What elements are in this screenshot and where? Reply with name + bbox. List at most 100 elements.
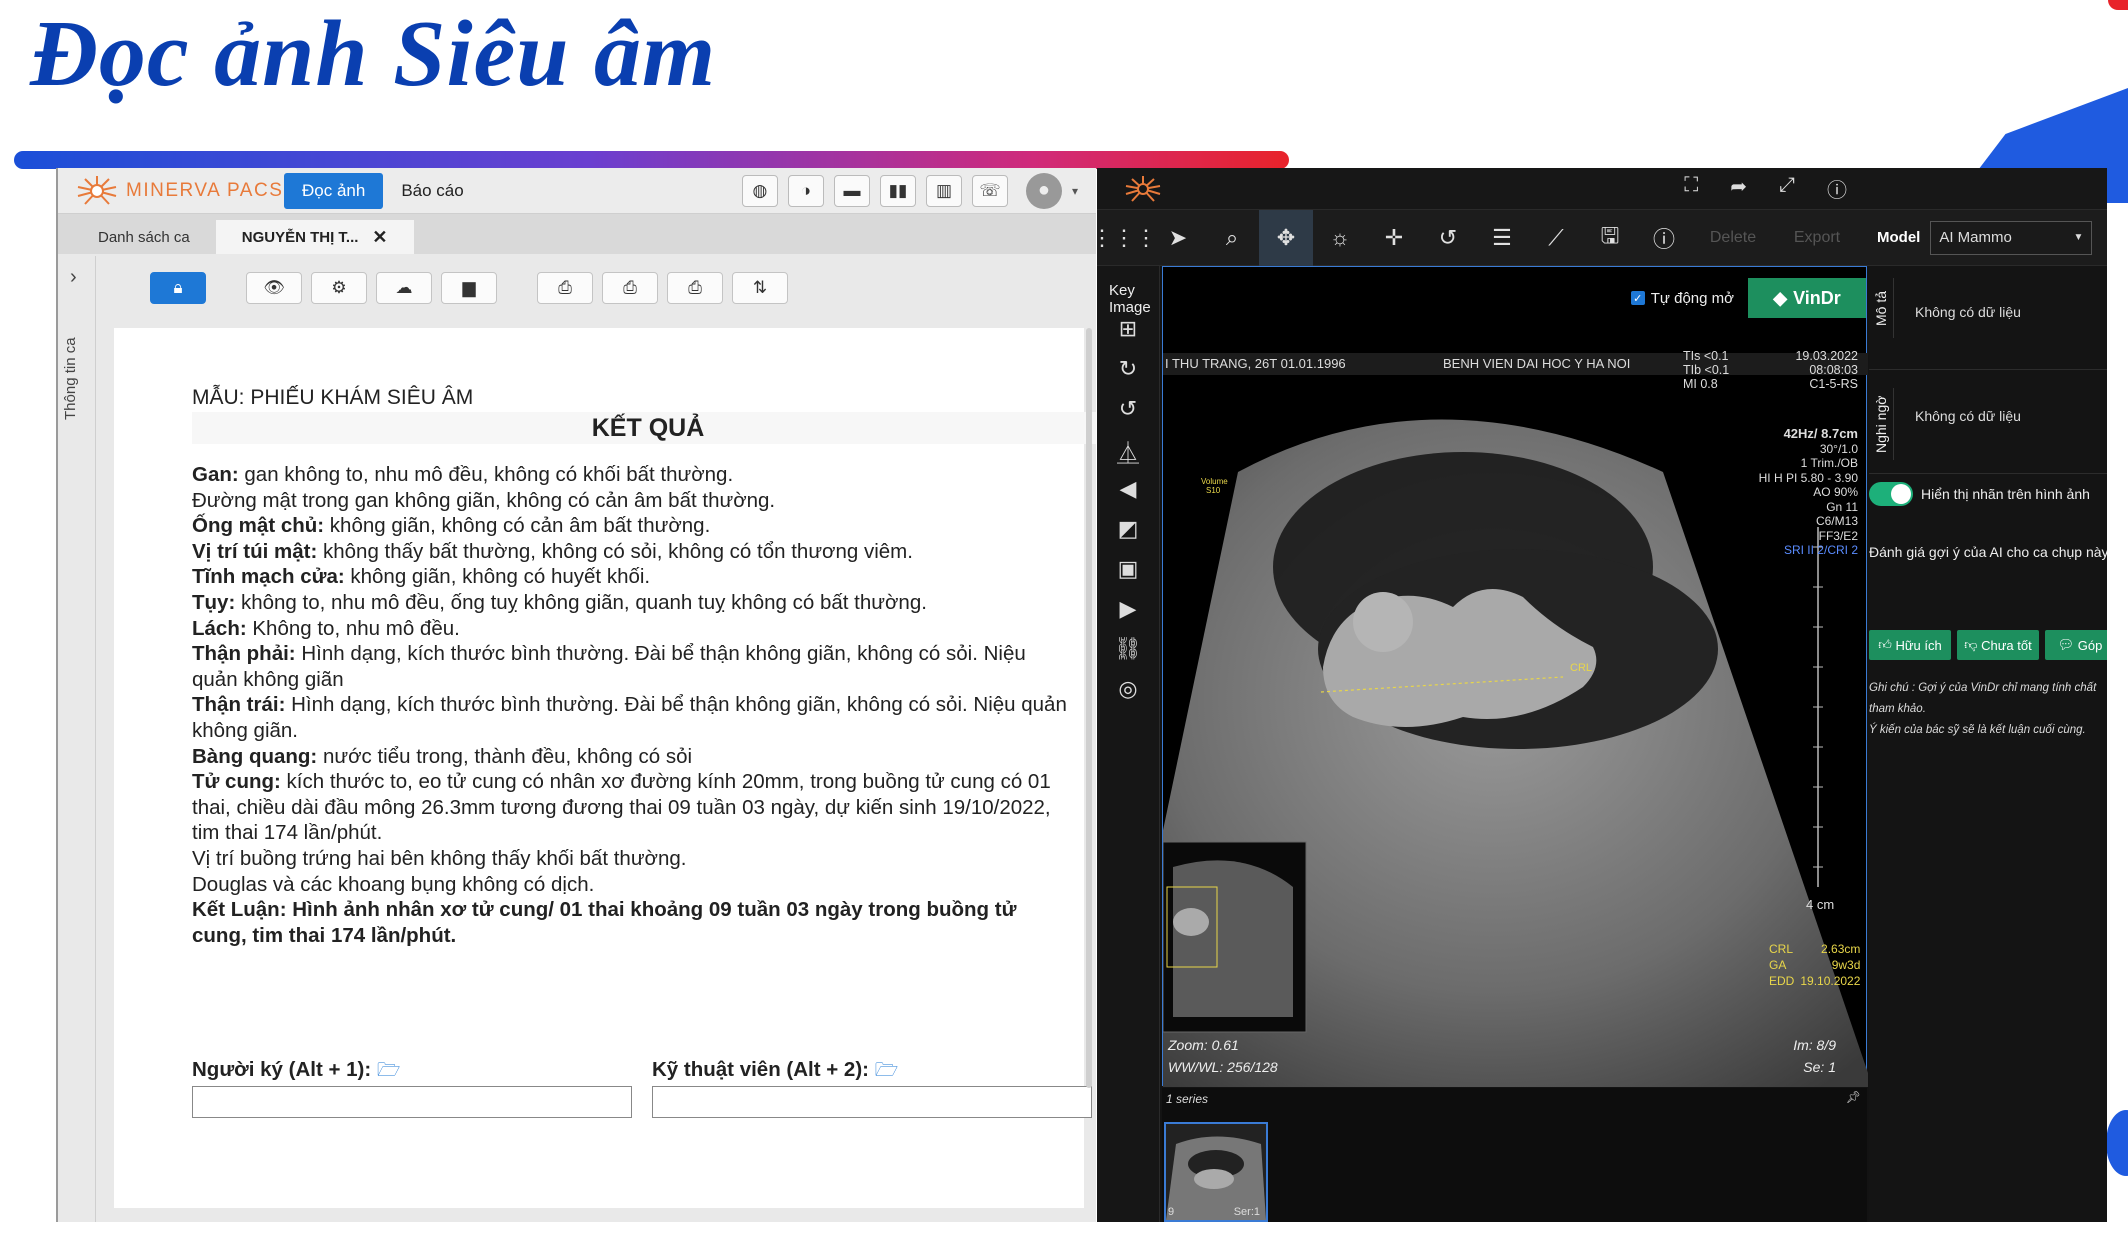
- series-thumbnail[interactable]: 9 Ser:1: [1164, 1122, 1268, 1222]
- us-param: C6/M13: [1815, 514, 1858, 528]
- delete-button[interactable]: Delete: [1691, 210, 1775, 266]
- folder-icon[interactable]: 🗁: [875, 1060, 899, 1081]
- nav-doc-anh[interactable]: Đọc ảnh: [284, 172, 384, 209]
- auto-open-checkbox[interactable]: ✓ Tự động mở: [1630, 290, 1734, 307]
- brightness-icon[interactable]: ☼: [1313, 210, 1367, 266]
- nav-bao-cao[interactable]: Báo cáo: [383, 173, 481, 209]
- print-button[interactable]: ⎙: [537, 272, 593, 304]
- print-color-button[interactable]: ⎙: [667, 272, 723, 304]
- eye-button[interactable]: 👁︎: [246, 272, 302, 304]
- report-line: Tử cung: kích thước to, eo tử cung có nh…: [192, 770, 1051, 845]
- layout-icon[interactable]: ⊞: [1113, 316, 1143, 342]
- feedback-button[interactable]: 💬︎ Góp: [2045, 630, 2107, 660]
- us-param: 30°/1.0: [1819, 441, 1858, 456]
- avatar[interactable]: ●: [1025, 172, 1062, 209]
- play-icon[interactable]: ▶: [1113, 596, 1143, 622]
- tab-patient[interactable]: NGUYỄN THỊ T... ✕: [215, 220, 414, 254]
- report-line: Đường mật trong gan không giãn, không có…: [192, 488, 776, 512]
- pan-icon[interactable]: ✥: [1259, 209, 1313, 266]
- report-heading: KẾT QUẢ: [192, 412, 1096, 444]
- brand-name: MINERVA PACS: [126, 179, 284, 201]
- report-body[interactable]: Gan: gan không to, nhu mô đều, không có …: [192, 462, 1072, 948]
- volume-tag: Volume: [1201, 477, 1228, 486]
- report-line: Kết Luận: Hình ảnh nhân xơ tử cung/ 01 t…: [192, 898, 1017, 947]
- signer-field[interactable]: [192, 1086, 632, 1118]
- grid-menu-icon[interactable]: ⋮⋮⋮: [1097, 210, 1157, 266]
- scrollbar[interactable]: [1086, 328, 1092, 1088]
- pacs-topbar: MINERVA PACS Đọc ảnh Báo cáo ◍ ◑ ▬ ▮▮ ▥ …: [58, 168, 1096, 214]
- viewer-topbar: ⛶ ➦ ⤢ ⓘ: [1097, 168, 2107, 210]
- pointer-icon[interactable]: ➤: [1151, 210, 1205, 266]
- description-value: Không có dữ liệu: [1915, 304, 2021, 320]
- close-icon[interactable]: ✕: [372, 227, 387, 248]
- crl-tag: CRL: [1570, 662, 1592, 674]
- tab-case-list[interactable]: Danh sách ca: [72, 220, 216, 254]
- info-icon[interactable]: ⓘ: [1637, 210, 1691, 266]
- single-layout-icon[interactable]: ▬: [833, 174, 870, 207]
- share-icon[interactable]: ➦: [1730, 174, 1747, 203]
- images-icon[interactable]: ▣: [1113, 556, 1143, 582]
- tech-label: Kỹ thuật viên (Alt + 2): 🗁: [652, 1058, 899, 1081]
- useful-button[interactable]: 👍︎ Hữu ích: [1869, 630, 1951, 660]
- invert-icon[interactable]: ◩: [1113, 516, 1143, 542]
- model-select[interactable]: AI Mammo ▼: [1930, 220, 2093, 255]
- report-line: Lách: Không to, nhu mô đều.: [192, 616, 460, 640]
- settings-button[interactable]: ⚙: [311, 272, 367, 304]
- ultrasound-viewport[interactable]: ✓ Tự động mở ◆ VinDr I THU TRANG, 26T 01…: [1162, 266, 1868, 1087]
- folder-icon[interactable]: 🗁: [377, 1060, 401, 1081]
- ai-note: Ghi chú : Gợi ý của VinDr chỉ mang tính …: [1869, 678, 2107, 741]
- chevron-down-icon[interactable]: ▾: [1072, 184, 1078, 198]
- expand-icon[interactable]: ⤢: [1779, 174, 1795, 203]
- export-button[interactable]: Export: [1775, 210, 1859, 266]
- vindr-button[interactable]: ◆ VinDr: [1748, 278, 1866, 318]
- fullscreen-icon[interactable]: ⛶: [1684, 174, 1698, 203]
- measure-row: EDD 19.10.2022: [1769, 974, 1861, 988]
- report-line: Thận trái: Hình dạng, kích thước bình th…: [192, 693, 1067, 742]
- double-layout-icon[interactable]: ▮▮: [879, 174, 916, 207]
- brand-logo[interactable]: MINERVA PACS: [74, 174, 284, 208]
- info-icon[interactable]: ⓘ: [1827, 174, 1847, 203]
- tech-field[interactable]: [652, 1086, 1092, 1118]
- flip-horizontal-icon[interactable]: ⏅: [1113, 436, 1143, 468]
- report-line: Tĩnh mạch cửa: không giãn, không có huyế…: [192, 565, 651, 589]
- link-icon[interactable]: ⛓: [1113, 636, 1143, 662]
- decor-shape: [2108, 0, 2128, 10]
- chevron-right-icon[interactable]: ›: [70, 266, 77, 289]
- template-label: MẪU: PHIẾU KHÁM SIÊU ÂM: [192, 386, 474, 409]
- swap-button[interactable]: ⇅: [732, 272, 788, 304]
- rotate-right-icon[interactable]: ↻: [1113, 356, 1143, 382]
- phone-icon[interactable]: ☏: [971, 174, 1008, 207]
- show-labels-toggle[interactable]: [1869, 482, 1913, 506]
- ai-note-line: Ghi chú : Gợi ý của VinDr chỉ mang tính …: [1869, 682, 2097, 715]
- upload-button[interactable]: ☁: [376, 272, 432, 304]
- contrast-icon[interactable]: ◑: [787, 174, 824, 207]
- measure-row: CRL 2.63cm: [1769, 942, 1861, 956]
- zoom-icon[interactable]: ⌕: [1205, 210, 1259, 266]
- pin-icon[interactable]: 📌︎: [1846, 1090, 1861, 1104]
- us-param: 42Hz/ 8.7cm: [1783, 426, 1858, 441]
- print-alt-button[interactable]: ⎙: [602, 272, 658, 304]
- key-image-label[interactable]: Key Image: [1109, 282, 1159, 316]
- globe-icon[interactable]: ◍: [741, 174, 778, 207]
- measure-icon[interactable]: ⟋: [1529, 210, 1583, 266]
- hide-icon[interactable]: ◎: [1113, 676, 1143, 702]
- save-icon[interactable]: 🖫: [1583, 210, 1637, 266]
- crosshair-icon[interactable]: ✛: [1367, 210, 1421, 266]
- stats-icon[interactable]: ▥: [925, 174, 962, 207]
- model-value: AI Mammo: [1939, 229, 2012, 246]
- ai-description-row: Mô tả Không có dữ liệu: [1869, 266, 2107, 370]
- stack-icon[interactable]: ☰: [1475, 210, 1529, 266]
- thumb-number: 9: [1168, 1206, 1175, 1218]
- reset-icon[interactable]: ↺: [1421, 210, 1475, 266]
- sun-logo-icon: [77, 175, 117, 205]
- lock-button[interactable]: 🔒︎: [150, 272, 206, 304]
- file-button[interactable]: ▆: [441, 272, 497, 304]
- report-line: Vị trí buồng trứng hai bên không thấy kh…: [192, 846, 687, 870]
- ai-panel: Mô tả Không có dữ liệu Nghi ngờ Không có…: [1869, 266, 2107, 1222]
- flip-vertical-icon[interactable]: ◀: [1113, 476, 1143, 502]
- viewer-left-tools: Key Image ⊞ ↻ ↺ ⏅ ◀ ◩ ▣ ▶ ⛓ ◎: [1097, 266, 1160, 1222]
- case-info-sidebar[interactable]: › Thông tin ca: [58, 256, 96, 1222]
- rotate-left-icon[interactable]: ↺: [1113, 396, 1143, 422]
- not-good-button[interactable]: 👎︎ Chưa tốt: [1957, 630, 2039, 660]
- report-document[interactable]: MẪU: PHIẾU KHÁM SIÊU ÂM KẾT QUẢ Gan: gan…: [114, 328, 1096, 1208]
